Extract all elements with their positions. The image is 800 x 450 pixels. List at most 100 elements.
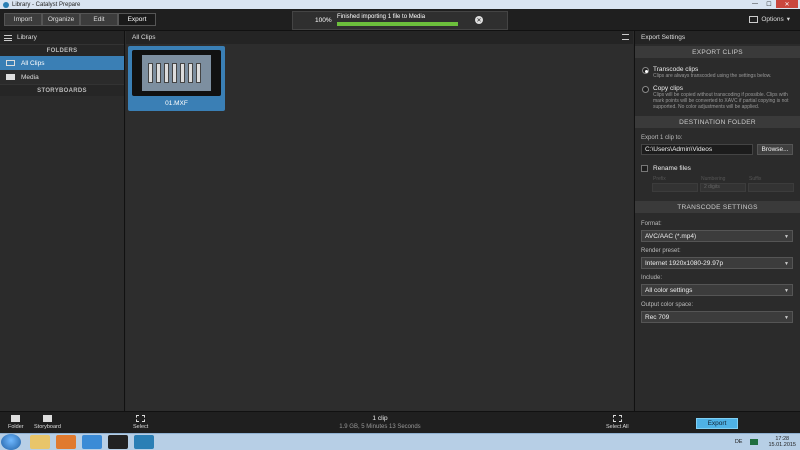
clock-date: 15.01.2015 — [768, 442, 796, 448]
transcode-clips-radio[interactable]: Transcode clips Clips are always transco… — [635, 66, 800, 79]
copy-clips-radio[interactable]: Copy clips Clips will be copied without … — [635, 85, 800, 110]
progress-percent: 100% — [315, 17, 332, 24]
dropdown-arrow-icon: ▼ — [784, 288, 789, 294]
export-to-label: Export 1 clip to: — [641, 135, 683, 141]
progress-bar-fill — [337, 22, 458, 26]
explorer-icon[interactable] — [30, 435, 50, 449]
export-button[interactable]: Export — [696, 418, 738, 429]
clip-thumbnail — [132, 50, 221, 96]
transcode-desc: Clips are always transcoded using the se… — [653, 73, 772, 79]
clock[interactable]: 17:28 15.01.2015 — [768, 436, 796, 448]
tab-edit[interactable]: Edit — [80, 13, 118, 26]
tab-import[interactable]: Import — [4, 13, 42, 26]
destination-header: DESTINATION FOLDER — [635, 116, 800, 128]
sidebar-item-all-clips[interactable]: All Clips — [0, 56, 124, 70]
import-progress: 100% Finished importing 1 file to Media … — [292, 11, 508, 30]
catalyst-prepare-icon[interactable] — [134, 435, 154, 449]
color-space-select[interactable]: Rec 709 ▼ — [641, 311, 793, 323]
select-icon — [136, 415, 146, 422]
options-icon — [749, 15, 759, 23]
format-value: AVC/AAC (*.mp4) — [645, 232, 697, 240]
radio-icon — [642, 86, 649, 93]
prefix-label: Prefix — [653, 176, 666, 182]
color-space-value: Rec 709 — [645, 313, 670, 321]
language-indicator[interactable]: DE — [735, 439, 743, 445]
render-preset-label: Render preset: — [641, 248, 681, 254]
maximize-icon[interactable]: ☐ — [762, 0, 776, 8]
menu-icon[interactable] — [4, 34, 12, 41]
rename-field-labels: Prefix Numbering Suffix — [635, 176, 800, 182]
library-panel: Library FOLDERS All Clips Media STORYBOA… — [0, 31, 125, 411]
export-settings-panel: Export Settings EXPORT CLIPS Transcode c… — [634, 31, 800, 411]
clips-icon — [6, 60, 15, 66]
rename-files-label: Rename files — [653, 165, 691, 172]
clip-status: 1 clip 1.9 GB, 5 Minutes 13 Seconds — [300, 415, 460, 431]
rename-fields: 2 digits — [635, 183, 800, 192]
export-settings-title: Export Settings — [635, 31, 800, 44]
window-title: Library - Catalyst Prepare — [12, 1, 81, 8]
flag-icon[interactable] — [750, 439, 759, 445]
progress-message: Finished importing 1 file to Media — [337, 14, 426, 20]
library-header: Library — [0, 31, 124, 44]
close-icon[interactable]: ✕ — [776, 0, 798, 8]
options-menu[interactable]: Options ▾ — [749, 15, 790, 23]
window-controls: — ☐ ✕ — [748, 0, 798, 8]
numbering-label: Numbering — [701, 176, 726, 182]
sidebar-item-label: Media — [21, 73, 39, 81]
format-label: Format: — [641, 221, 662, 227]
format-select[interactable]: AVC/AAC (*.mp4) ▼ — [641, 230, 793, 242]
clips-title: All Clips — [132, 34, 156, 41]
library-title: Library — [17, 34, 37, 41]
clip-size-duration: 1.9 GB, 5 Minutes 13 Seconds — [339, 424, 421, 430]
checkbox-icon — [641, 165, 648, 172]
window-titlebar: Library - Catalyst Prepare — ☐ ✕ — [0, 0, 800, 9]
numbering-select: 2 digits — [700, 183, 746, 192]
include-select[interactable]: All color settings ▼ — [641, 284, 793, 296]
export-clips-header: EXPORT CLIPS — [635, 46, 800, 58]
new-folder-button[interactable]: Folder — [8, 415, 24, 430]
select-button[interactable]: Select — [133, 415, 148, 430]
copy-desc: Clips will be copied without transcoding… — [653, 92, 789, 110]
transcode-settings-header: TRANSCODE SETTINGS — [635, 201, 800, 213]
tab-organize[interactable]: Organize — [42, 13, 80, 26]
render-preset-select[interactable]: Internet 1920x1080-29.97p ▼ — [641, 257, 793, 269]
dropdown-arrow-icon: ▼ — [784, 261, 789, 267]
folder-label: Folder — [8, 424, 24, 430]
new-storyboard-button[interactable]: Storyboard — [34, 415, 61, 430]
browse-button[interactable]: Browse... — [757, 144, 793, 155]
rename-files-checkbox[interactable]: Rename files — [635, 165, 800, 172]
select-all-button[interactable]: Select All — [606, 415, 629, 430]
top-toolbar: Import Organize Edit Export 100% Finishe… — [0, 9, 800, 31]
include-label: Include: — [641, 275, 663, 281]
thumbnail-image — [142, 55, 211, 91]
dropdown-arrow-icon: ▼ — [784, 234, 789, 240]
options-label: Options — [761, 15, 784, 23]
color-space-label: Output color space: — [641, 302, 694, 308]
browser-icon[interactable] — [82, 435, 102, 449]
select-all-icon — [612, 415, 622, 422]
windows-taskbar: DE 17:28 15.01.2015 — [0, 433, 800, 450]
transcode-label: Transcode clips — [653, 66, 699, 73]
app-icon — [3, 1, 9, 8]
destination-path-field[interactable]: C:\Users\Admin\Videos — [641, 144, 753, 155]
destination-row: C:\Users\Admin\Videos Browse... — [635, 144, 800, 155]
progress-bar — [337, 22, 458, 26]
dismiss-progress-icon[interactable]: ✕ — [475, 16, 483, 24]
sidebar-item-media[interactable]: Media — [0, 70, 124, 84]
render-preset-value: Internet 1920x1080-29.97p — [645, 259, 724, 267]
clip-tile[interactable]: 01.MXF — [128, 46, 225, 111]
folder-icon — [11, 415, 21, 422]
media-player-icon[interactable] — [56, 435, 76, 449]
tab-export[interactable]: Export — [118, 13, 156, 26]
storyboard-label: Storyboard — [34, 424, 61, 430]
clip-count: 1 clip — [372, 415, 388, 422]
clip-name: 01.MXF — [165, 100, 188, 107]
minimize-icon[interactable]: — — [748, 0, 762, 8]
folder-icon — [6, 74, 15, 80]
list-view-icon[interactable] — [622, 34, 629, 40]
prefix-input — [652, 183, 698, 192]
select-label: Select — [133, 424, 149, 430]
terminal-icon[interactable] — [108, 435, 128, 449]
sidebar-item-label: All Clips — [21, 59, 45, 67]
start-button[interactable] — [1, 434, 21, 450]
